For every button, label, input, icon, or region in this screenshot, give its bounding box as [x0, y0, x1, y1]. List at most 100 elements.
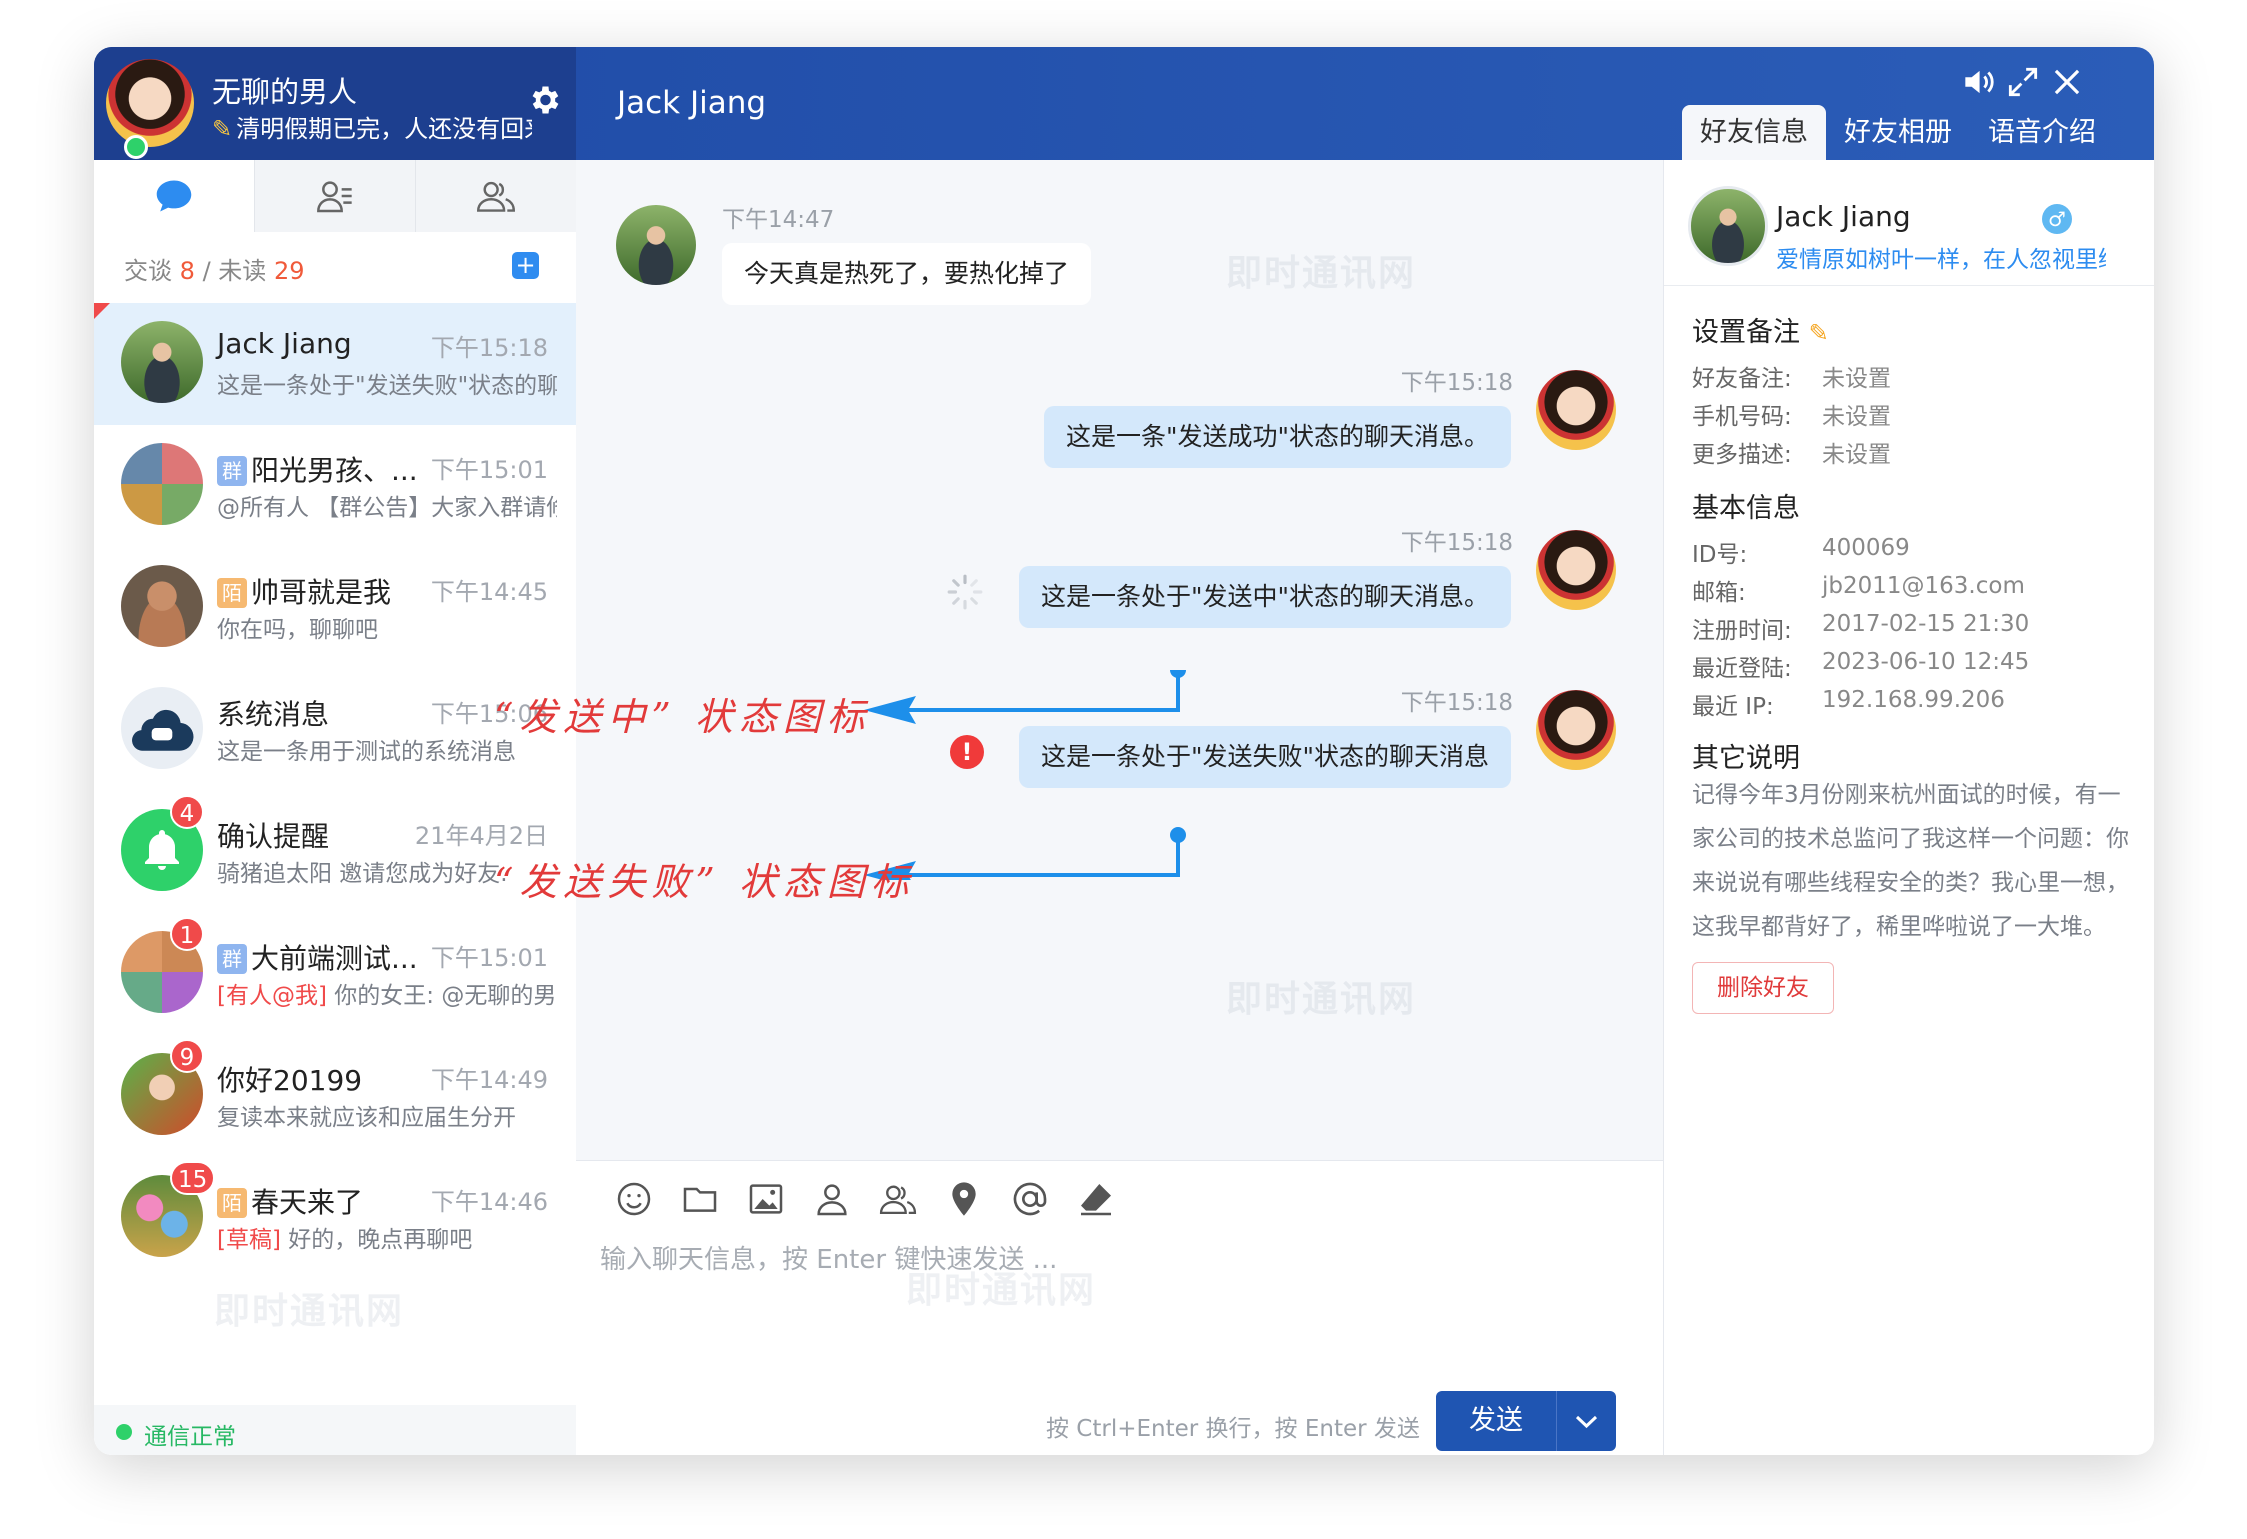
stranger-tag: 陌 — [217, 1188, 247, 1218]
group-card-icon[interactable] — [878, 1179, 918, 1219]
conversation-item[interactable]: 1 群大前端测试... 下午15:01 [有人@我] 你的女王: @无聊的男人 — [94, 913, 576, 1035]
friend-avatar[interactable] — [1688, 186, 1768, 266]
unread-badge: 4 — [170, 795, 204, 829]
conversation-name: 群大前端测试... — [217, 937, 418, 977]
annotation-failed: “发送失败” 状态图标 — [494, 860, 915, 904]
my-message-avatar[interactable] — [1536, 690, 1616, 770]
other-info-title: 其它说明 — [1692, 743, 1800, 774]
chevron-down-icon[interactable] — [1557, 1391, 1616, 1451]
eraser-icon[interactable] — [1076, 1179, 1116, 1219]
my-signature[interactable]: ✎ 清明假期已完，人还没有回来 — [212, 109, 532, 144]
message-bubble[interactable]: 这是一条处于"发送中"状态的聊天消息。 — [1019, 566, 1511, 628]
bell-glyph — [145, 830, 179, 870]
conversation-time: 下午15:01 — [430, 944, 548, 972]
im-window: 无聊的男人 ✎ 清明假期已完，人还没有回来 Jack Jiang 好友信息 好友相… — [94, 47, 2154, 1455]
chat-bubble-icon — [156, 180, 192, 212]
tab-contacts[interactable] — [254, 160, 415, 232]
group-avatar — [121, 443, 203, 525]
volume-icon[interactable] — [1959, 63, 1997, 101]
my-profile-header[interactable]: 无聊的男人 ✎ 清明假期已完，人还没有回来 — [94, 47, 576, 160]
friend-profile-card: Jack Jiang ♂ 爱情原如树叶一样，在人忽视里绿了 — [1664, 160, 2154, 286]
send-button[interactable]: 发送 — [1436, 1391, 1557, 1451]
my-avatar[interactable] — [106, 59, 194, 147]
tab-friend-album[interactable]: 好友相册 — [1826, 105, 1970, 160]
conversation-preview: 这是一条处于"发送失败"状态的聊天消息 — [217, 373, 557, 399]
stranger-tag: 陌 — [217, 578, 247, 608]
conversation-time: 21年4月2日 — [414, 822, 548, 850]
conversation-time: 下午14:46 — [430, 1188, 548, 1216]
message-time: 下午14:47 — [722, 207, 835, 233]
conversation-item[interactable]: Jack Jiang 下午15:18 这是一条处于"发送失败"状态的聊天消息 — [94, 303, 576, 425]
chat-panel: 即时通讯网 即时通讯网 下午14:47 今天真是热死了，要热化掉了 下午15:1… — [494, 160, 1663, 1455]
conversation-preview: 复读本来就应该和应届生分开 — [217, 1105, 516, 1131]
friend-name: Jack Jiang — [1776, 200, 1911, 233]
message-time: 下午15:18 — [1400, 530, 1513, 556]
group-icon — [477, 181, 515, 212]
folder-icon[interactable] — [680, 1179, 720, 1219]
cloud-chat-icon — [132, 709, 194, 751]
profile-tabs: 好友信息 好友相册 语音介绍 — [1682, 105, 2114, 160]
contacts-icon — [317, 181, 352, 213]
remark-section-title: 设置备注 ✎ — [1692, 317, 1829, 348]
conversation-time: 下午14:45 — [430, 578, 548, 606]
mention-icon[interactable] — [1010, 1179, 1050, 1219]
sending-spinner-icon — [947, 574, 983, 610]
send-button-group: 发送 — [1436, 1391, 1616, 1451]
conversation-item[interactable]: 9 你好20199 下午14:49 复读本来就应该和应届生分开 — [94, 1035, 576, 1157]
conversation-name: Jack Jiang — [217, 327, 352, 360]
watermark: 即时通讯网 — [906, 1270, 1097, 1311]
message-bubble[interactable]: 今天真是热死了，要热化掉了 — [722, 243, 1092, 305]
conversation-time: 下午14:49 — [430, 1066, 548, 1094]
group-tag: 群 — [217, 456, 247, 486]
image-icon[interactable] — [746, 1179, 786, 1219]
info-row: 手机号码: 未设置 — [1692, 404, 1891, 430]
location-icon[interactable] — [944, 1179, 984, 1219]
left-tabs — [94, 160, 576, 232]
message-bubble[interactable]: 这是一条"发送成功"状态的聊天消息。 — [1044, 406, 1511, 468]
close-icon[interactable] — [2048, 63, 2086, 101]
info-row: 好友备注: 未设置 — [1692, 366, 1891, 392]
sender-avatar[interactable] — [616, 205, 696, 285]
contact-card-icon[interactable] — [812, 1179, 852, 1219]
pin-marker — [94, 303, 110, 319]
tab-friend-info[interactable]: 好友信息 — [1682, 105, 1826, 160]
conversation-preview: 你在吗，聊聊吧 — [217, 617, 378, 643]
conversation-item[interactable]: 陌帅哥就是我 下午14:45 你在吗，聊聊吧 — [94, 547, 576, 669]
watermark: 即时通讯网 — [1226, 253, 1417, 294]
conversation-name: 系统消息 — [217, 698, 330, 731]
mention-flag: [有人@我] — [217, 983, 327, 1009]
delete-friend-button[interactable]: 删除好友 — [1692, 962, 1834, 1014]
other-info-text: 记得今年3月份刚来杭州面试的时候，有一家公司的技术总监问了我这样一个问题：你来说… — [1692, 782, 2129, 940]
send-hint: 按 Ctrl+Enter 换行，按 Enter 发送 — [1046, 1416, 1420, 1442]
my-name: 无聊的男人 — [212, 75, 358, 109]
conversation-name: 你好20199 — [217, 1064, 363, 1097]
my-message-avatar[interactable] — [1536, 530, 1616, 610]
conversation-name: 陌帅哥就是我 — [217, 571, 391, 611]
conversation-item[interactable]: 15 陌春天来了 下午14:46 [草稿] 好的，晚点再聊吧 — [94, 1157, 576, 1279]
info-row: 注册时间: 2017-02-15 21:30 — [1692, 611, 2030, 644]
friend-info-panel: Jack Jiang ♂ 爱情原如树叶一样，在人忽视里绿了 设置备注 ✎ 好友备… — [1663, 160, 2154, 1455]
info-row: 最近 IP: 192.168.99.206 — [1692, 687, 2005, 720]
conversation-item[interactable]: 群阳光男孩、... 下午15:01 @所有人 【群公告】大家入群请修改群名片 — [94, 425, 576, 547]
status-text: 通信正常 — [144, 1424, 236, 1450]
emoji-icon[interactable] — [614, 1179, 654, 1219]
system-cloud-icon — [121, 687, 203, 769]
info-row: 邮箱: jb2011@163.com — [1692, 573, 2025, 606]
message-time: 下午15:18 — [1400, 690, 1513, 716]
conversation-name: 群阳光男孩、... — [217, 449, 418, 489]
gear-icon[interactable] — [526, 82, 562, 118]
edit-remark-icon[interactable]: ✎ — [1809, 319, 1829, 347]
maximize-icon[interactable] — [2004, 63, 2042, 101]
add-conversation-button[interactable]: + — [512, 252, 539, 279]
unread-badge: 1 — [170, 917, 204, 951]
tab-messages[interactable] — [94, 160, 254, 232]
male-gender-icon: ♂ — [2042, 204, 2072, 234]
conversation-panel: 交谈 8 / 未读 29 + Jack Jiang 下午15:18 这是一条处于… — [94, 160, 577, 1455]
my-message-avatar[interactable] — [1536, 370, 1616, 450]
unread-badge: 15 — [170, 1161, 216, 1195]
composer-toolbar — [614, 1179, 1142, 1219]
friend-signature: 爱情原如树叶一样，在人忽视里绿了 — [1776, 247, 2106, 273]
conversation-name: 确认提醒 — [217, 820, 330, 853]
tab-groups[interactable] — [415, 160, 576, 232]
tab-voice-intro[interactable]: 语音介绍 — [1970, 105, 2114, 160]
